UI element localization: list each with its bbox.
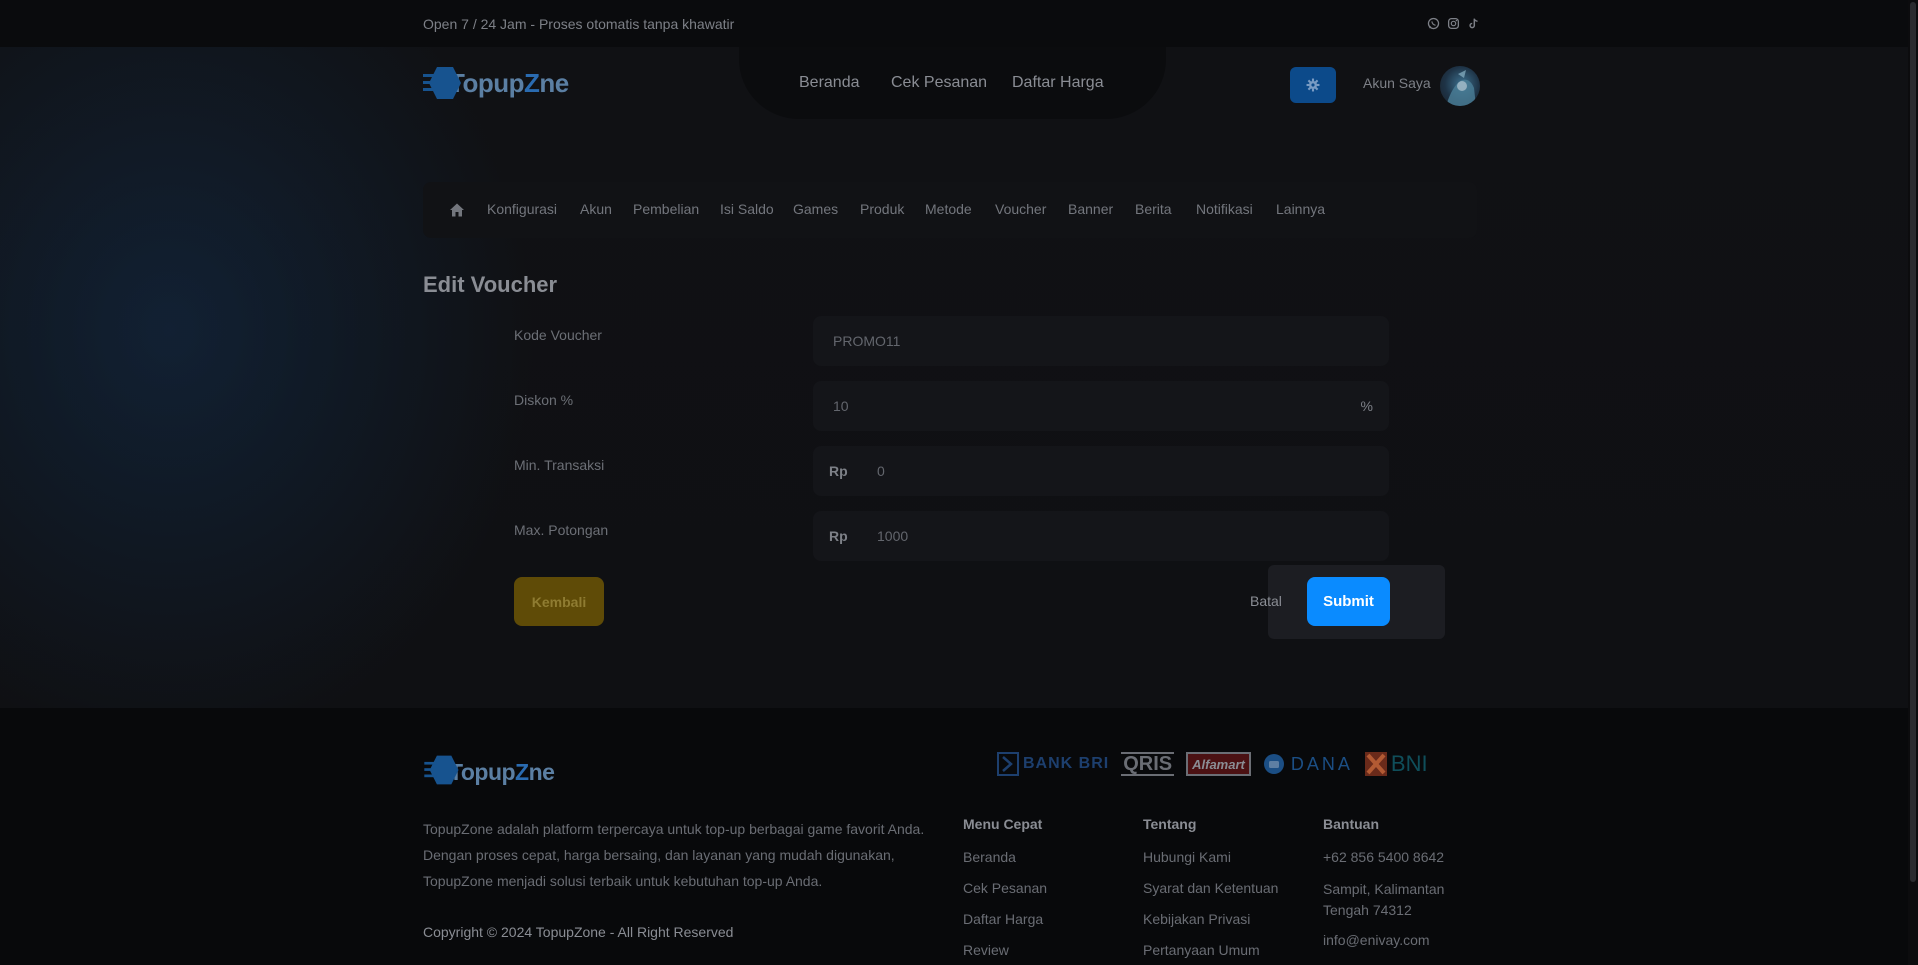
social-links [1426, 16, 1480, 30]
dana-mark-icon [1263, 754, 1284, 774]
min-transaction-field: Rp [813, 446, 1389, 496]
top-bar-tagline: Open 7 / 24 Jam - Proses otomatis tanpa … [423, 16, 735, 32]
qris-logo: QRIS [1121, 752, 1175, 776]
admin-menu-item-news[interactable]: Berita [1135, 201, 1172, 217]
copyright-text: Copyright © 2024 TopupZone - All Right R… [423, 924, 734, 940]
admin-menu-item-configuration[interactable]: Konfigurasi [487, 201, 557, 217]
brand-logo[interactable]: TopupZne [423, 63, 569, 103]
percent-suffix: % [1360, 398, 1373, 414]
footer-column-title: Bantuan [1323, 816, 1379, 832]
footer-brand-logo[interactable]: TopupZne [423, 752, 555, 792]
footer-link-home[interactable]: Beranda [963, 848, 1047, 879]
admin-menu-item-others[interactable]: Lainnya [1276, 201, 1325, 217]
admin-menu-item-notifications[interactable]: Notifikasi [1196, 201, 1253, 217]
bri-mark-icon [997, 752, 1019, 776]
payment-logos: BANK BRI QRIS Alfamart DANA BNI [997, 751, 1428, 777]
settings-button[interactable] [1290, 67, 1336, 103]
footer-address: Sampit, Kalimantan Tengah 74312 [1323, 881, 1445, 918]
nav-home-link[interactable]: Beranda [799, 74, 860, 92]
site-header: TopupZne Beranda Cek Pesanan Daftar Harg… [0, 47, 1908, 127]
currency-prefix: Rp [829, 528, 848, 544]
max-discount-label: Max. Potongan [514, 522, 609, 538]
instagram-icon[interactable] [1446, 16, 1460, 30]
avatar[interactable] [1440, 66, 1480, 106]
min-transaction-label: Min. Transaksi [514, 457, 605, 473]
logo-mark-icon [423, 63, 469, 103]
bank-bri-logo: BANK BRI [997, 751, 1109, 777]
admin-menu-item-banner[interactable]: Banner [1068, 201, 1113, 217]
whatsapp-icon[interactable] [1426, 16, 1440, 30]
nav-price-list-link[interactable]: Daftar Harga [1012, 74, 1104, 92]
main-nav: Beranda Cek Pesanan Daftar Harga [739, 47, 1166, 119]
bni-logo: BNI [1364, 751, 1428, 777]
min-transaction-input[interactable] [877, 446, 1377, 496]
discount-label: Diskon % [514, 392, 574, 408]
home-icon[interactable] [449, 202, 465, 218]
tiktok-icon[interactable] [1466, 16, 1480, 30]
admin-menu-item-products[interactable]: Produk [860, 201, 904, 217]
footer-email[interactable]: info@enivay.com [1323, 931, 1463, 962]
voucher-code-field [813, 316, 1389, 366]
max-discount-field: Rp [813, 511, 1389, 561]
scrollbar-thumb[interactable] [1910, 2, 1916, 882]
gear-icon [1306, 78, 1320, 92]
page-scrollbar[interactable] [1908, 0, 1918, 965]
footer-about: Tentang Hubungi Kami Syarat dan Ketentua… [1143, 816, 1278, 965]
discount-input[interactable] [833, 381, 1333, 431]
admin-menu-item-voucher[interactable]: Voucher [995, 201, 1046, 217]
footer-column-title: Tentang [1143, 816, 1197, 832]
footer-description: TopupZone adalah platform terpercaya unt… [423, 821, 925, 889]
footer-quick-menu: Menu Cepat Beranda Cek Pesanan Daftar Ha… [963, 816, 1047, 965]
footer-link-faq[interactable]: Pertanyaan Umum [1143, 941, 1278, 965]
footer-help: Bantuan +62 856 5400 8642 Sampit, Kalima… [1323, 816, 1463, 962]
discount-field: % [813, 381, 1389, 431]
admin-menu-item-methods[interactable]: Metode [925, 201, 972, 217]
footer-link-privacy[interactable]: Kebijakan Privasi [1143, 910, 1278, 941]
currency-prefix: Rp [829, 463, 848, 479]
top-bar: Open 7 / 24 Jam - Proses otomatis tanpa … [0, 0, 1908, 47]
site-footer: TopupZne BANK BRI QRIS Alfamart DANA BNI… [0, 708, 1908, 965]
submit-button[interactable]: Submit [1307, 577, 1390, 626]
footer-link-review[interactable]: Review [963, 941, 1047, 965]
max-discount-input[interactable] [877, 511, 1377, 561]
alfamart-logo: Alfamart [1186, 752, 1251, 776]
footer-phone: +62 856 5400 8642 [1323, 849, 1445, 865]
footer-link-contact[interactable]: Hubungi Kami [1143, 848, 1278, 879]
account-menu-label[interactable]: Akun Saya [1363, 75, 1431, 91]
admin-menu: Konfigurasi Akun Pembelian Isi Saldo Gam… [423, 182, 1477, 238]
cancel-button[interactable]: Batal [1250, 593, 1282, 609]
dana-logo: DANA [1263, 751, 1353, 777]
logo-mark-icon [423, 752, 469, 792]
nav-check-order-link[interactable]: Cek Pesanan [891, 74, 987, 92]
voucher-code-input[interactable] [833, 316, 1333, 366]
footer-link-terms[interactable]: Syarat dan Ketentuan [1143, 879, 1278, 910]
page-title: Edit Voucher [423, 272, 558, 297]
admin-menu-item-account[interactable]: Akun [580, 201, 612, 217]
voucher-code-label: Kode Voucher [514, 327, 602, 343]
back-button[interactable]: Kembali [514, 577, 604, 626]
admin-menu-item-topup-balance[interactable]: Isi Saldo [720, 201, 774, 217]
footer-link-check-order[interactable]: Cek Pesanan [963, 879, 1047, 910]
footer-link-price-list[interactable]: Daftar Harga [963, 910, 1047, 941]
admin-menu-item-games[interactable]: Games [793, 201, 838, 217]
footer-column-title: Menu Cepat [963, 816, 1043, 832]
admin-menu-item-purchase[interactable]: Pembelian [633, 201, 699, 217]
bni-mark-icon [1364, 752, 1387, 776]
